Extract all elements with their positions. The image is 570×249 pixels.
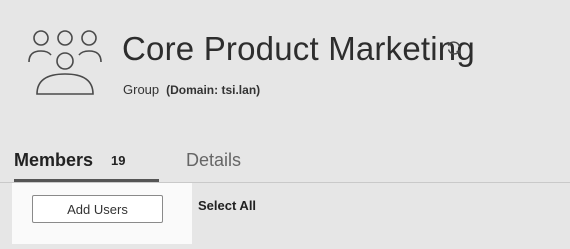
group-type-label: Group — [123, 82, 160, 97]
page-title: Core Product Marketing — [122, 30, 475, 67]
add-users-button[interactable]: Add Users — [32, 195, 163, 223]
tab-members-label: Members — [14, 150, 94, 170]
select-all-link[interactable]: Select All — [198, 198, 256, 213]
tab-members[interactable]: Members 19 — [14, 150, 159, 182]
tab-bar: Members 19 Details — [0, 150, 570, 183]
tab-details-label: Details — [186, 150, 242, 170]
refresh-icon[interactable] — [445, 39, 463, 57]
domain-label: (Domain: tsi.lan) — [166, 83, 261, 97]
members-count-badge: 19 — [111, 153, 126, 168]
group-icon — [28, 30, 102, 95]
action-bar: Add Users — [12, 183, 192, 244]
tab-details[interactable]: Details — [186, 150, 241, 182]
group-subtitle: Group (Domain: tsi.lan) — [123, 82, 260, 97]
